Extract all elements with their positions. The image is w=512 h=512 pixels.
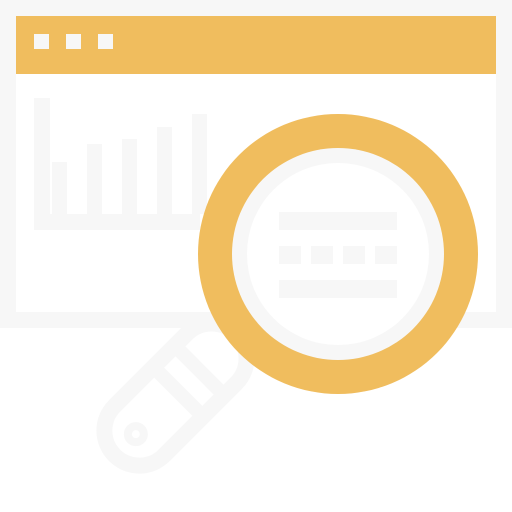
handle-hole	[123, 422, 148, 447]
window-dot-icon	[98, 34, 113, 49]
magnifying-glass-icon	[198, 114, 478, 394]
text-dash	[279, 246, 301, 264]
chart-bar	[87, 144, 102, 214]
browser-title-bar	[16, 16, 496, 74]
text-line	[279, 280, 397, 298]
chart-bar	[192, 114, 207, 214]
text-dash	[375, 246, 397, 264]
chart-bar	[122, 139, 137, 214]
text-line	[279, 212, 397, 230]
search-analytics-illustration	[0, 0, 512, 474]
window-dot-icon	[66, 34, 81, 49]
window-dot-icon	[34, 34, 49, 49]
text-dash	[343, 246, 365, 264]
lens-glass	[247, 163, 429, 345]
chart-bar	[52, 162, 67, 214]
chart-bar	[157, 127, 172, 214]
text-dash	[311, 246, 333, 264]
